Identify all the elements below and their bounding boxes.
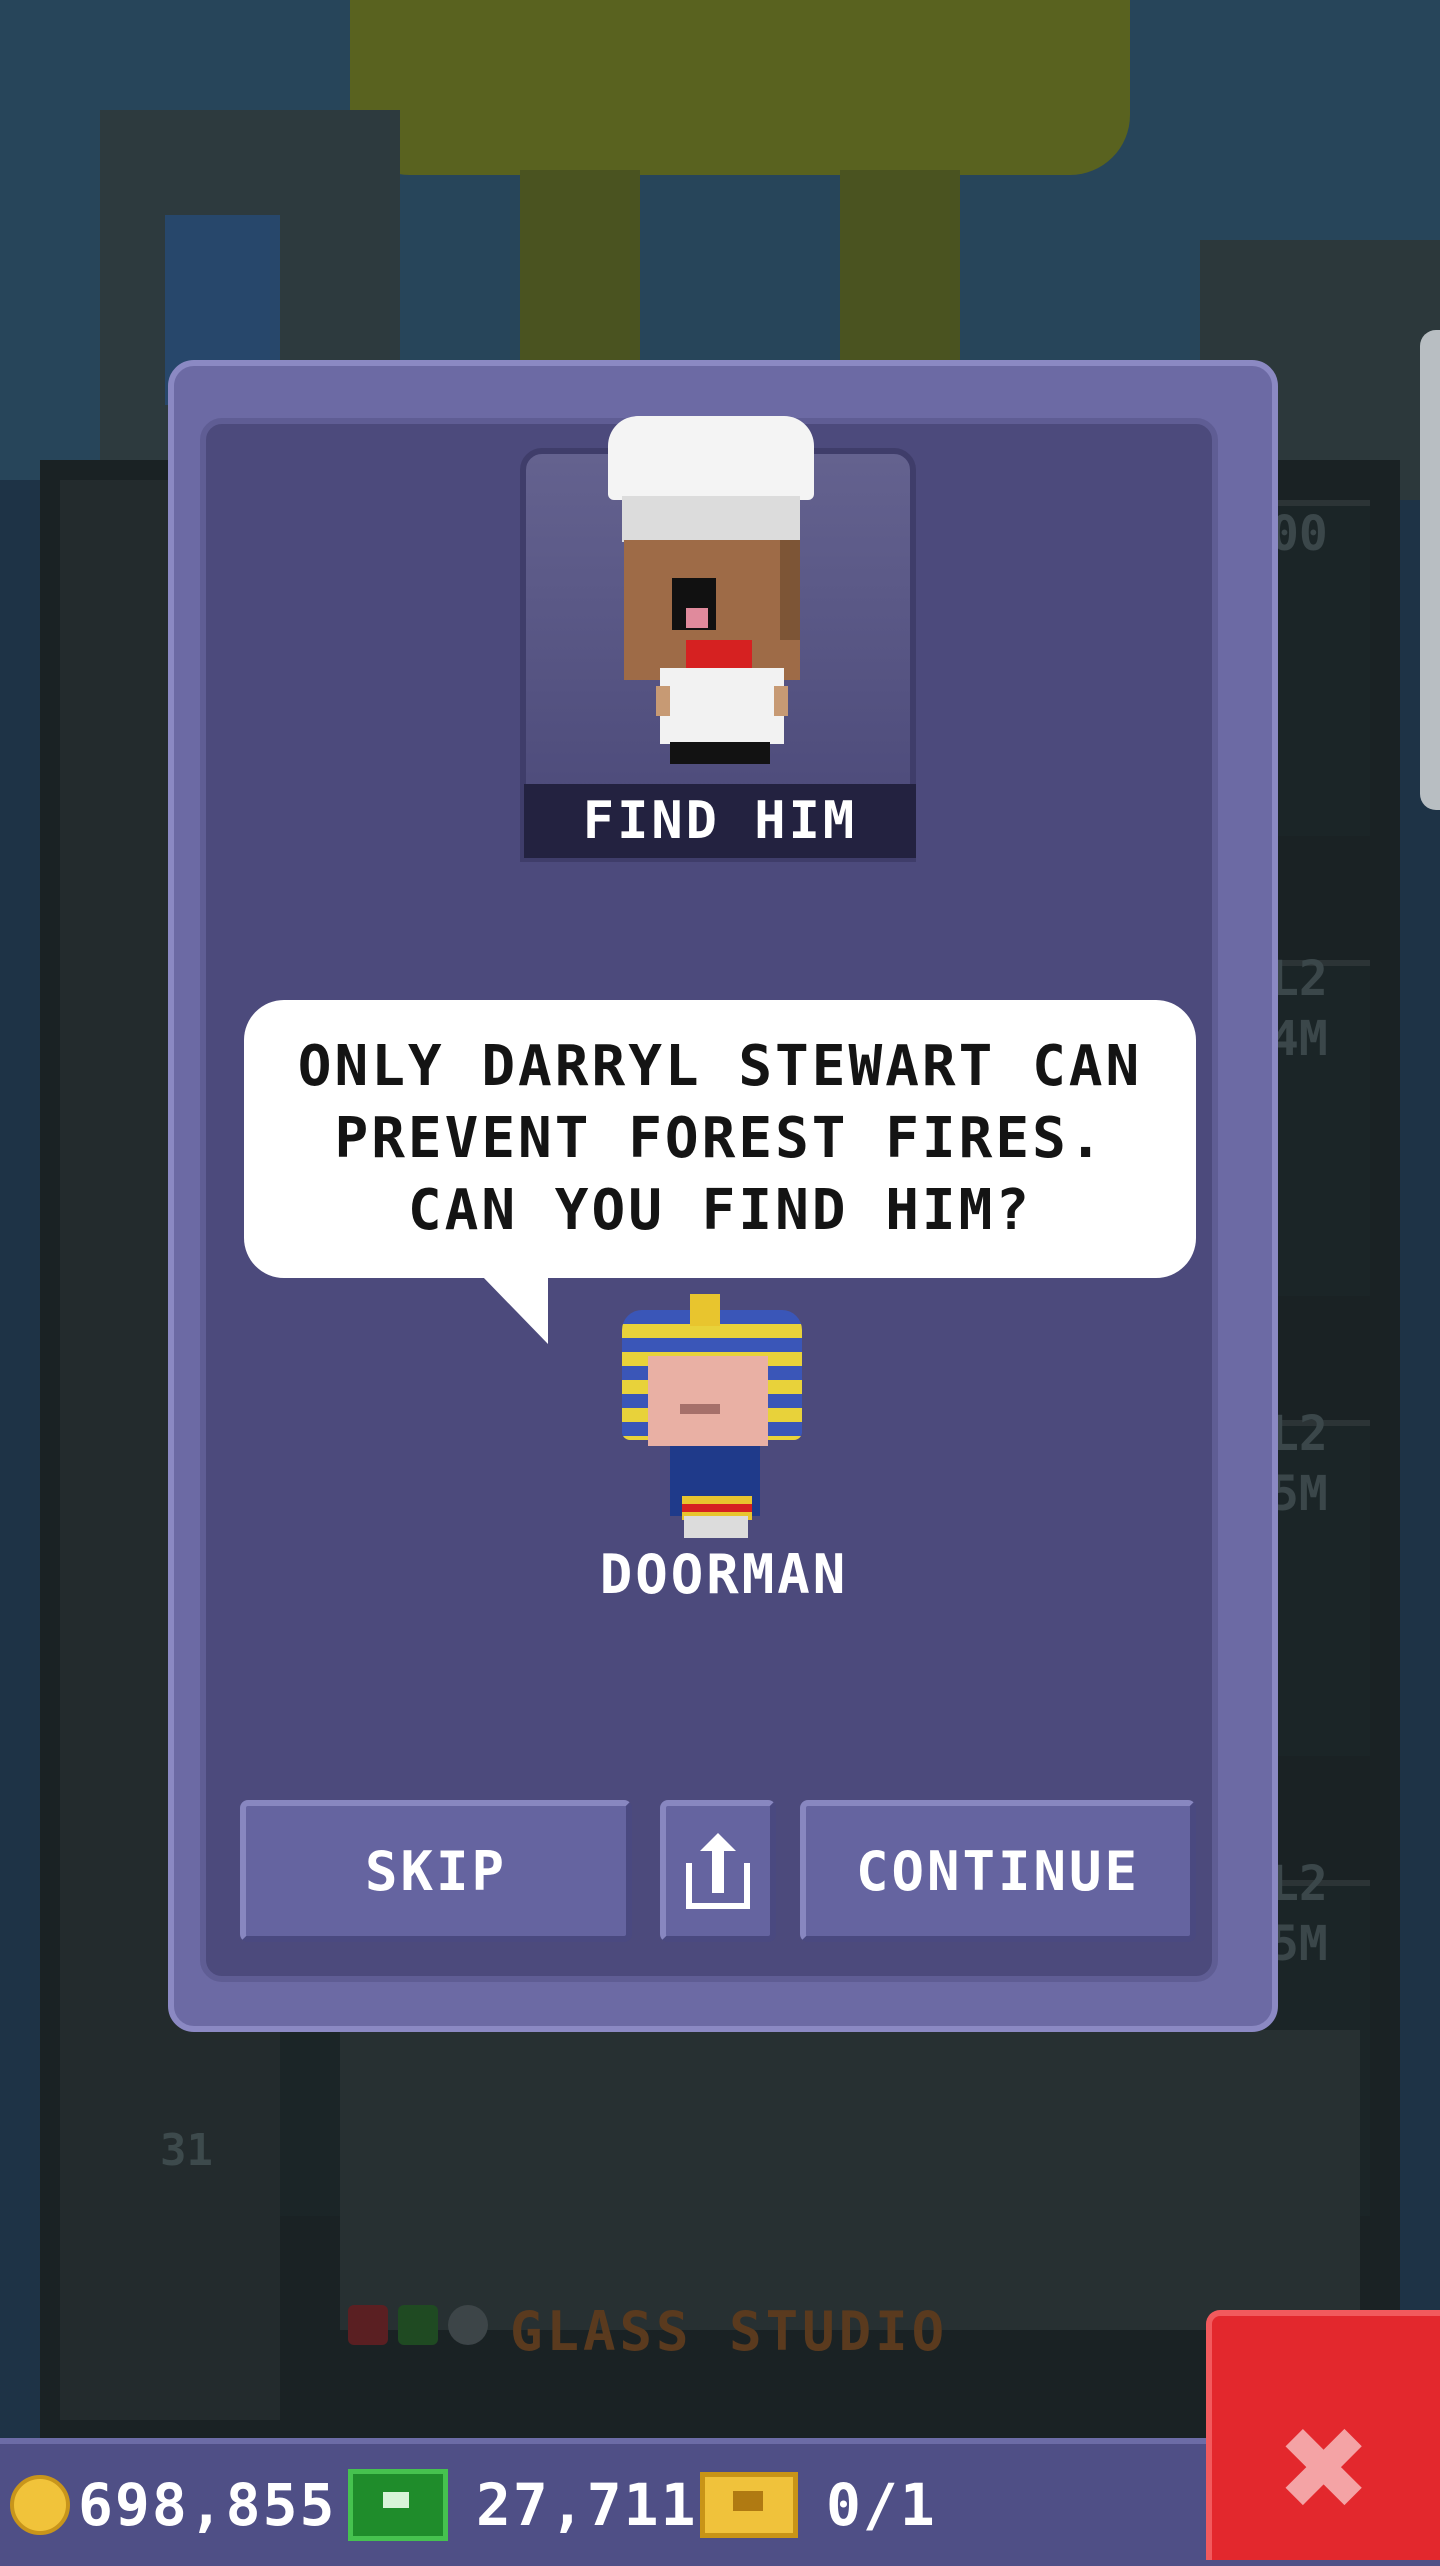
bux-icon <box>348 2469 448 2541</box>
side-panel-handle[interactable] <box>1420 330 1440 810</box>
close-icon: ✖ <box>1280 2381 1372 2555</box>
chef-tongue <box>686 608 708 628</box>
glass-studio-floor[interactable] <box>340 2030 1360 2330</box>
stop-icon <box>348 2305 388 2345</box>
skip-button-label: SKIP <box>364 1839 508 1903</box>
speech-bubble-tail <box>482 1276 548 1344</box>
coin-icon <box>10 2475 70 2535</box>
floor-label: 00 <box>1270 506 1328 562</box>
continue-button[interactable]: CONTINUE <box>800 1800 1196 1942</box>
skip-button[interactable]: SKIP <box>240 1800 632 1942</box>
tree-trunk <box>520 170 640 380</box>
tree-trunk <box>840 170 960 380</box>
share-icon-arrow <box>700 1833 736 1851</box>
chef-legs <box>670 742 770 764</box>
close-button[interactable]: ✖ <box>1206 2310 1440 2560</box>
bux-stat[interactable]: 27,711 <box>348 2444 698 2566</box>
share-button[interactable] <box>660 1800 776 1942</box>
chef-face-shade <box>780 540 800 640</box>
floor-label: 5M <box>1270 1916 1328 1972</box>
chef-arm <box>774 686 788 716</box>
speech-text: ONLY DARRYL STEWART CAN PREVENT FOREST F… <box>297 1034 1143 1243</box>
tree-canopy <box>350 0 1130 175</box>
bux-value: 27,711 <box>476 2471 698 2539</box>
chef-hat-band <box>622 496 800 542</box>
doorman-crown <box>690 1294 720 1326</box>
ticket-icon <box>700 2472 798 2538</box>
doorman-mouth <box>680 1404 720 1414</box>
floor-label: 4M <box>1270 1011 1328 1067</box>
continue-button-label: CONTINUE <box>855 1839 1141 1903</box>
clock-icon <box>448 2305 488 2345</box>
speaker-name: DOORMAN <box>599 1543 849 1606</box>
chef-hat <box>608 416 814 500</box>
chef-scarf <box>686 640 752 670</box>
coins-stat[interactable]: 698,855 <box>10 2444 336 2566</box>
speech-bubble: ONLY DARRYL STEWART CAN PREVENT FOREST F… <box>244 1000 1196 1278</box>
portrait-label: FIND HIM <box>524 784 916 858</box>
chef-body <box>660 668 784 744</box>
doorman-legs <box>684 1516 748 1538</box>
coins-value: 698,855 <box>78 2471 337 2539</box>
floor-name: GLASS STUDIO <box>510 2300 949 2363</box>
floor-label: 5M <box>1270 1466 1328 1522</box>
check-icon <box>398 2305 438 2345</box>
tickets-value: 0/1 <box>826 2471 937 2539</box>
share-icon <box>686 1833 750 1909</box>
doorman-face <box>648 1356 768 1446</box>
chef-arm <box>656 686 670 716</box>
tickets-stat[interactable]: 0/1 <box>700 2444 937 2566</box>
floor-number: 31 <box>160 2125 213 2176</box>
